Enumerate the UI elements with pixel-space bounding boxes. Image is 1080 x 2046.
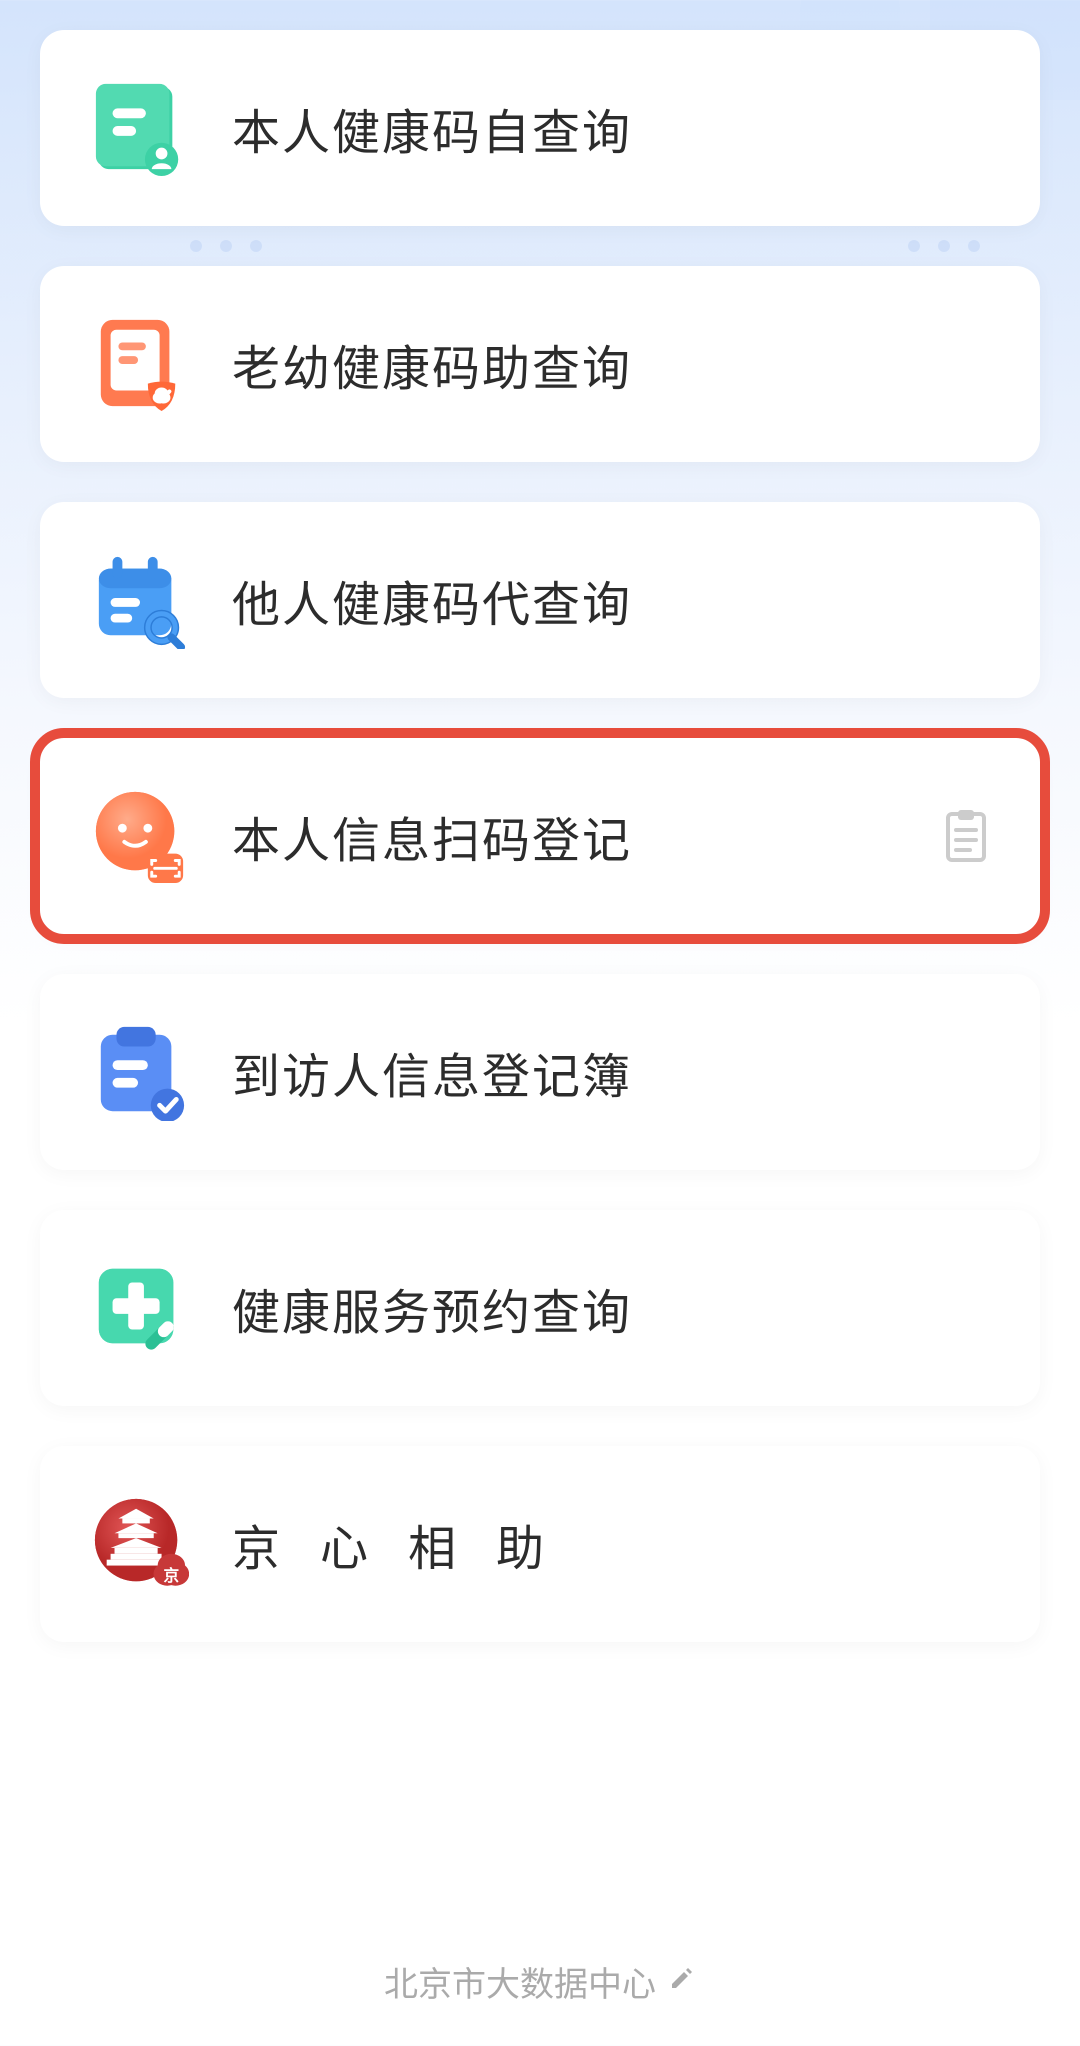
menu-item-label: 到访人信息登记簿 — [232, 1037, 990, 1107]
menu-container: 本人健康码自查询 老幼健康码助查询 — [0, 0, 1080, 1642]
menu-item-jingxin-assist[interactable]: 京 京心相助 — [40, 1446, 1040, 1642]
menu-item-health-service-appointment[interactable]: 健康服务预约查询 — [40, 1210, 1040, 1406]
calendar-search-icon — [90, 550, 190, 650]
menu-item-label: 健康服务预约查询 — [232, 1273, 990, 1343]
edit-icon — [668, 1962, 696, 2001]
menu-item-elderly-child-healthcode-query[interactable]: 老幼健康码助查询 — [40, 266, 1040, 462]
menu-item-label: 本人健康码自查询 — [232, 93, 990, 163]
face-scan-icon — [90, 786, 190, 886]
footer-text: 北京市大数据中心 — [384, 1957, 656, 2006]
medical-cross-icon — [90, 1258, 190, 1358]
menu-item-visitor-register[interactable]: 到访人信息登记簿 — [40, 974, 1040, 1170]
beijing-temple-icon: 京 — [90, 1494, 190, 1594]
menu-item-label: 他人健康码代查询 — [232, 565, 990, 635]
menu-item-others-healthcode-query[interactable]: 他人健康码代查询 — [40, 502, 1040, 698]
footer: 北京市大数据中心 — [0, 1957, 1080, 2006]
tablet-shield-icon — [90, 314, 190, 414]
clipboard-icon — [942, 808, 990, 864]
menu-item-self-scan-register[interactable]: 本人信息扫码登记 — [40, 738, 1040, 934]
menu-item-label: 本人信息扫码登记 — [232, 801, 942, 871]
menu-item-self-healthcode-query[interactable]: 本人健康码自查询 — [40, 30, 1040, 226]
menu-item-label: 京心相助 — [232, 1509, 990, 1579]
svg-text:京: 京 — [164, 1566, 180, 1585]
document-person-icon — [90, 78, 190, 178]
menu-item-label: 老幼健康码助查询 — [232, 329, 990, 399]
clipboard-check-icon — [90, 1022, 190, 1122]
